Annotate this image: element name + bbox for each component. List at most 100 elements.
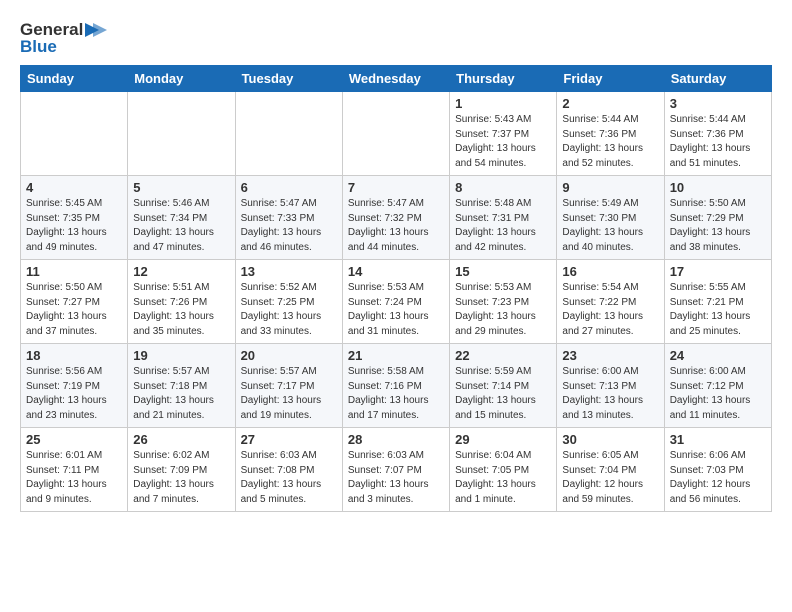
calendar-week-row: 1 Sunrise: 5:43 AM Sunset: 7:37 PM Daylig… bbox=[21, 92, 772, 176]
calendar-cell: 16 Sunrise: 5:54 AM Sunset: 7:22 PM Dayli… bbox=[557, 260, 664, 344]
day-info: Sunrise: 5:53 AM Sunset: 7:23 PM Dayligh… bbox=[455, 281, 551, 339]
day-info: Sunrise: 5:47 AM Sunset: 7:33 PM Dayligh… bbox=[241, 197, 337, 255]
day-info: Sunrise: 5:57 AM Sunset: 7:17 PM Dayligh… bbox=[241, 365, 337, 423]
day-number: 25 bbox=[26, 432, 122, 447]
calendar-week-row: 4Sunrise: 5:45 AM Sunset: 7:35 PM Daylig… bbox=[21, 176, 772, 260]
day-info: Sunrise: 5:57 AM Sunset: 7:18 PM Dayligh… bbox=[133, 365, 229, 423]
day-info: Sunrise: 5:48 AM Sunset: 7:31 PM Dayligh… bbox=[455, 197, 551, 255]
calendar-week-row: 11 Sunrise: 5:50 AM Sunset: 7:27 PM Dayli… bbox=[21, 260, 772, 344]
calendar-week-row: 18 Sunrise: 5:56 AM Sunset: 7:19 PM Dayli… bbox=[21, 344, 772, 428]
day-number: 24 bbox=[670, 348, 766, 363]
day-number: 26 bbox=[133, 432, 229, 447]
day-number: 18 bbox=[26, 348, 122, 363]
day-number: 30 bbox=[562, 432, 658, 447]
day-number: 10 bbox=[670, 180, 766, 195]
day-info: Sunrise: 6:06 AM Sunset: 7:03 PM Dayligh… bbox=[670, 449, 766, 507]
page-header: General Blue bbox=[20, 16, 772, 57]
day-info: Sunrise: 5:56 AM Sunset: 7:19 PM Dayligh… bbox=[26, 365, 122, 423]
calendar-cell: 12 Sunrise: 5:51 AM Sunset: 7:26 PM Dayli… bbox=[128, 260, 235, 344]
day-number: 17 bbox=[670, 264, 766, 279]
day-info: Sunrise: 6:00 AM Sunset: 7:12 PM Dayligh… bbox=[670, 365, 766, 423]
calendar-header-row: SundayMondayTuesdayWednesdayThursdayFrid… bbox=[21, 66, 772, 92]
calendar-cell: 1 Sunrise: 5:43 AM Sunset: 7:37 PM Daylig… bbox=[450, 92, 557, 176]
logo-blue-text: Blue bbox=[20, 37, 57, 57]
day-number: 21 bbox=[348, 348, 444, 363]
calendar-cell: 17 Sunrise: 5:55 AM Sunset: 7:21 PM Dayli… bbox=[664, 260, 771, 344]
day-info: Sunrise: 5:49 AM Sunset: 7:30 PM Dayligh… bbox=[562, 197, 658, 255]
day-number: 15 bbox=[455, 264, 551, 279]
calendar-cell: 26 Sunrise: 6:02 AM Sunset: 7:09 PM Dayli… bbox=[128, 428, 235, 512]
calendar-cell: 4Sunrise: 5:45 AM Sunset: 7:35 PM Daylig… bbox=[21, 176, 128, 260]
weekday-header-tuesday: Tuesday bbox=[235, 66, 342, 92]
calendar-cell: 18 Sunrise: 5:56 AM Sunset: 7:19 PM Dayli… bbox=[21, 344, 128, 428]
day-info: Sunrise: 5:59 AM Sunset: 7:14 PM Dayligh… bbox=[455, 365, 551, 423]
day-info: Sunrise: 5:55 AM Sunset: 7:21 PM Dayligh… bbox=[670, 281, 766, 339]
day-number: 22 bbox=[455, 348, 551, 363]
day-info: Sunrise: 5:43 AM Sunset: 7:37 PM Dayligh… bbox=[455, 113, 551, 171]
calendar-cell: 24 Sunrise: 6:00 AM Sunset: 7:12 PM Dayli… bbox=[664, 344, 771, 428]
calendar-cell: 3 Sunrise: 5:44 AM Sunset: 7:36 PM Daylig… bbox=[664, 92, 771, 176]
day-number: 11 bbox=[26, 264, 122, 279]
day-number: 29 bbox=[455, 432, 551, 447]
calendar-cell bbox=[21, 92, 128, 176]
day-info: Sunrise: 5:46 AM Sunset: 7:34 PM Dayligh… bbox=[133, 197, 229, 255]
day-number: 7 bbox=[348, 180, 444, 195]
logo-arrow-icon bbox=[85, 23, 107, 37]
day-number: 23 bbox=[562, 348, 658, 363]
day-number: 4 bbox=[26, 180, 122, 195]
day-number: 1 bbox=[455, 96, 551, 111]
day-number: 12 bbox=[133, 264, 229, 279]
day-info: Sunrise: 5:53 AM Sunset: 7:24 PM Dayligh… bbox=[348, 281, 444, 339]
day-info: Sunrise: 5:54 AM Sunset: 7:22 PM Dayligh… bbox=[562, 281, 658, 339]
calendar-cell: 15 Sunrise: 5:53 AM Sunset: 7:23 PM Dayli… bbox=[450, 260, 557, 344]
calendar-cell: 21 Sunrise: 5:58 AM Sunset: 7:16 PM Dayli… bbox=[342, 344, 449, 428]
day-info: Sunrise: 5:44 AM Sunset: 7:36 PM Dayligh… bbox=[562, 113, 658, 171]
calendar-cell: 23Sunrise: 6:00 AM Sunset: 7:13 PM Dayli… bbox=[557, 344, 664, 428]
day-number: 6 bbox=[241, 180, 337, 195]
day-number: 9 bbox=[562, 180, 658, 195]
calendar-cell: 30 Sunrise: 6:05 AM Sunset: 7:04 PM Dayli… bbox=[557, 428, 664, 512]
day-info: Sunrise: 6:03 AM Sunset: 7:08 PM Dayligh… bbox=[241, 449, 337, 507]
calendar-cell: 19 Sunrise: 5:57 AM Sunset: 7:18 PM Dayli… bbox=[128, 344, 235, 428]
day-number: 3 bbox=[670, 96, 766, 111]
logo: General Blue bbox=[20, 20, 107, 57]
day-info: Sunrise: 6:03 AM Sunset: 7:07 PM Dayligh… bbox=[348, 449, 444, 507]
calendar-cell: 9 Sunrise: 5:49 AM Sunset: 7:30 PM Daylig… bbox=[557, 176, 664, 260]
calendar-cell: 14Sunrise: 5:53 AM Sunset: 7:24 PM Dayli… bbox=[342, 260, 449, 344]
day-info: Sunrise: 6:02 AM Sunset: 7:09 PM Dayligh… bbox=[133, 449, 229, 507]
weekday-header-monday: Monday bbox=[128, 66, 235, 92]
calendar-cell: 6 Sunrise: 5:47 AM Sunset: 7:33 PM Daylig… bbox=[235, 176, 342, 260]
day-info: Sunrise: 5:50 AM Sunset: 7:27 PM Dayligh… bbox=[26, 281, 122, 339]
day-info: Sunrise: 5:51 AM Sunset: 7:26 PM Dayligh… bbox=[133, 281, 229, 339]
weekday-header-thursday: Thursday bbox=[450, 66, 557, 92]
weekday-header-sunday: Sunday bbox=[21, 66, 128, 92]
day-number: 16 bbox=[562, 264, 658, 279]
day-info: Sunrise: 6:05 AM Sunset: 7:04 PM Dayligh… bbox=[562, 449, 658, 507]
calendar-cell: 28 Sunrise: 6:03 AM Sunset: 7:07 PM Dayli… bbox=[342, 428, 449, 512]
calendar-cell: 8 Sunrise: 5:48 AM Sunset: 7:31 PM Daylig… bbox=[450, 176, 557, 260]
day-number: 8 bbox=[455, 180, 551, 195]
day-number: 28 bbox=[348, 432, 444, 447]
day-info: Sunrise: 5:52 AM Sunset: 7:25 PM Dayligh… bbox=[241, 281, 337, 339]
day-number: 20 bbox=[241, 348, 337, 363]
calendar-cell bbox=[342, 92, 449, 176]
calendar-cell: 11 Sunrise: 5:50 AM Sunset: 7:27 PM Dayli… bbox=[21, 260, 128, 344]
day-info: Sunrise: 5:58 AM Sunset: 7:16 PM Dayligh… bbox=[348, 365, 444, 423]
calendar-cell: 27Sunrise: 6:03 AM Sunset: 7:08 PM Dayli… bbox=[235, 428, 342, 512]
weekday-header-wednesday: Wednesday bbox=[342, 66, 449, 92]
calendar-cell: 22 Sunrise: 5:59 AM Sunset: 7:14 PM Dayli… bbox=[450, 344, 557, 428]
day-info: Sunrise: 5:44 AM Sunset: 7:36 PM Dayligh… bbox=[670, 113, 766, 171]
calendar-cell: 5 Sunrise: 5:46 AM Sunset: 7:34 PM Daylig… bbox=[128, 176, 235, 260]
day-number: 19 bbox=[133, 348, 229, 363]
day-info: Sunrise: 6:01 AM Sunset: 7:11 PM Dayligh… bbox=[26, 449, 122, 507]
calendar-cell: 10 Sunrise: 5:50 AM Sunset: 7:29 PM Dayli… bbox=[664, 176, 771, 260]
day-info: Sunrise: 5:50 AM Sunset: 7:29 PM Dayligh… bbox=[670, 197, 766, 255]
day-number: 13 bbox=[241, 264, 337, 279]
day-number: 5 bbox=[133, 180, 229, 195]
calendar-cell bbox=[235, 92, 342, 176]
weekday-header-friday: Friday bbox=[557, 66, 664, 92]
calendar-table: SundayMondayTuesdayWednesdayThursdayFrid… bbox=[20, 65, 772, 512]
calendar-cell: 13 Sunrise: 5:52 AM Sunset: 7:25 PM Dayli… bbox=[235, 260, 342, 344]
calendar-cell: 7Sunrise: 5:47 AM Sunset: 7:32 PM Daylig… bbox=[342, 176, 449, 260]
calendar-cell: 2Sunrise: 5:44 AM Sunset: 7:36 PM Daylig… bbox=[557, 92, 664, 176]
